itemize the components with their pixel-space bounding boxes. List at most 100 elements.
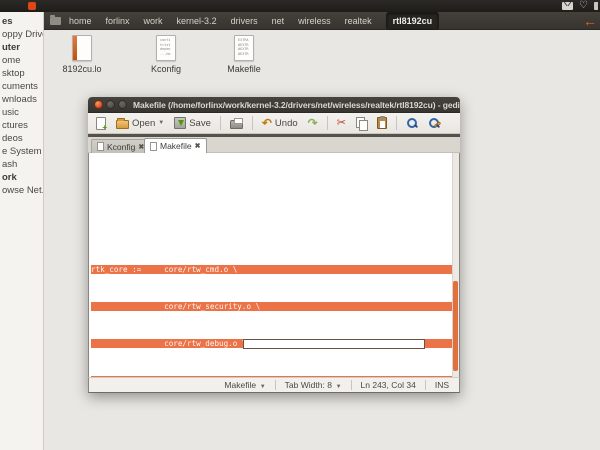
toolbar-separator: [396, 116, 397, 130]
maximize-button[interactable]: [118, 100, 127, 109]
search-replace-button[interactable]: [426, 115, 442, 132]
breadcrumb-item[interactable]: work: [144, 14, 163, 28]
gedit-window: Makefile (/home/forlinx/work/kernel-3.2/…: [88, 97, 460, 393]
selected-code-line: core/rtw_io.o \: [91, 376, 452, 377]
chevron-down-icon: ▼: [158, 120, 164, 126]
new-document-button[interactable]: [94, 115, 108, 132]
desktop: { "panel": { "app_icon": "ubuntu-orange-…: [0, 0, 600, 450]
sidebar-item[interactable]: es: [0, 15, 43, 28]
redo-icon: ↷: [308, 117, 318, 129]
breadcrumb-item[interactable]: kernel-3.2: [177, 14, 217, 28]
sidebar-item[interactable]: ork: [0, 171, 43, 184]
blank-line: [91, 172, 452, 181]
breadcrumb-item[interactable]: home: [69, 14, 92, 28]
sidebar-item[interactable]: owse Net...: [0, 184, 43, 197]
file-makefile[interactable]: EXTRA #EXTR #EXTR #EXTR Makefile: [212, 35, 276, 74]
breadcrumb-item[interactable]: realtek: [345, 14, 372, 28]
chevron-down-icon: ▼: [334, 384, 342, 390]
folder-icon[interactable]: [50, 17, 61, 25]
chevron-down-icon: ▼: [258, 384, 266, 390]
tab-makefile[interactable]: Makefile ✖: [144, 138, 207, 153]
sidebar-item[interactable]: cuments: [0, 80, 43, 93]
paste-button[interactable]: [375, 115, 389, 132]
toolbar-separator: [220, 116, 221, 130]
mail-indicator-icon[interactable]: [562, 2, 573, 10]
breadcrumb-item[interactable]: forlinx: [106, 14, 130, 28]
sidebar-item[interactable]: usic: [0, 106, 43, 119]
ubuntu-orange-icon[interactable]: [28, 2, 36, 10]
gedit-titlebar[interactable]: Makefile (/home/forlinx/work/kernel-3.2/…: [88, 97, 460, 113]
breadcrumb-item[interactable]: net: [272, 14, 285, 28]
sidebar-item[interactable]: oppy Drive: [0, 28, 43, 41]
print-button[interactable]: [228, 115, 245, 132]
sidebar-item[interactable]: ash: [0, 158, 43, 171]
print-icon: [230, 120, 243, 129]
selected-code-line: core/rtw_security.o \: [91, 302, 452, 311]
tab-width-selector[interactable]: Tab Width: 8 ▼: [285, 380, 342, 390]
document-icon: [150, 142, 157, 151]
text-editor-area[interactable]: rtk_core := core/rtw_cmd.o \ core/rtw_se…: [88, 153, 460, 377]
breadcrumb-item[interactable]: drivers: [231, 14, 258, 28]
undo-icon: ↶: [262, 117, 272, 129]
sidebar-item[interactable]: uter: [0, 41, 43, 54]
save-label: Save: [189, 118, 211, 129]
open-button[interactable]: Open ▼: [114, 115, 166, 132]
sidebar-item[interactable]: e System: [0, 145, 43, 158]
back-arrow-icon[interactable]: ←: [583, 12, 597, 30]
toolbar-separator: [252, 116, 253, 130]
top-panel: ♡: [0, 0, 600, 12]
file-kconfig[interactable]: confi trist depen ---he Kconfig: [134, 35, 198, 74]
close-tab-icon[interactable]: ✖: [195, 142, 201, 150]
object-file-icon: [72, 35, 92, 61]
tab-label: Makefile: [160, 141, 192, 151]
open-folder-icon: [116, 120, 129, 129]
gedit-toolbar: Open ▼ Save ↶ Undo ↷ ✂: [88, 113, 460, 134]
cut-button[interactable]: ✂: [335, 115, 348, 132]
save-icon: [174, 117, 186, 129]
tab-bar: Kconfig ✖ Makefile ✖: [88, 137, 460, 153]
text-file-icon: EXTRA #EXTR #EXTR #EXTR: [234, 35, 254, 61]
cursor-position: Ln 243, Col 34: [361, 380, 416, 390]
undo-label: Undo: [275, 118, 298, 129]
file-8192cu-lo[interactable]: 8192cu.lo: [50, 35, 114, 74]
status-separator: [425, 380, 426, 390]
sidebar-item[interactable]: deos: [0, 132, 43, 145]
toolbar-separator: [327, 116, 328, 130]
breadcrumb-item[interactable]: wireless: [298, 14, 331, 28]
places-sidebar: es oppy Drive uter ome sktop cuments wnl…: [0, 12, 44, 450]
file-name: Kconfig: [151, 64, 181, 74]
undo-button[interactable]: ↶ Undo: [260, 115, 300, 132]
sidebar-item[interactable]: wnloads: [0, 93, 43, 106]
minimize-button[interactable]: [106, 100, 115, 109]
window-title: Makefile (/home/forlinx/work/kernel-3.2/…: [133, 100, 460, 110]
save-button[interactable]: Save: [172, 115, 213, 132]
heart-indicator-icon[interactable]: ♡: [579, 1, 588, 11]
tab-kconfig[interactable]: Kconfig ✖: [91, 139, 150, 153]
redo-button[interactable]: ↷: [306, 115, 320, 132]
search-button[interactable]: [404, 115, 420, 132]
tab-label: Kconfig: [107, 142, 135, 152]
file-name: Makefile: [227, 64, 261, 74]
search-icon: [406, 117, 418, 129]
status-separator: [275, 380, 276, 390]
sidebar-item[interactable]: ome: [0, 54, 43, 67]
open-label: Open: [132, 118, 155, 129]
vertical-scrollbar[interactable]: [452, 153, 459, 377]
breadcrumb: home forlinx work kernel-3.2 drivers net…: [69, 12, 439, 30]
cut-icon: ✂: [337, 117, 346, 129]
sidebar-item[interactable]: ctures: [0, 119, 43, 132]
paste-icon: [377, 117, 387, 129]
scrollbar-thumb[interactable]: [453, 281, 458, 371]
selected-code-line: rtk_core := core/rtw_cmd.o \: [91, 265, 452, 274]
breadcrumb-item[interactable]: rtl8192cu: [386, 12, 440, 30]
clipped-edge-icon[interactable]: [594, 2, 598, 10]
status-separator: [351, 380, 352, 390]
language-selector[interactable]: Makefile ▼: [224, 380, 265, 390]
close-button[interactable]: [94, 100, 103, 109]
blank-line: [91, 199, 452, 208]
copy-icon: [356, 117, 367, 129]
sidebar-item[interactable]: sktop: [0, 67, 43, 80]
copy-button[interactable]: [354, 115, 369, 132]
inline-popup: [243, 339, 425, 349]
gedit-statusbar: Makefile ▼ Tab Width: 8 ▼ Ln 243, Col 34…: [88, 377, 460, 393]
